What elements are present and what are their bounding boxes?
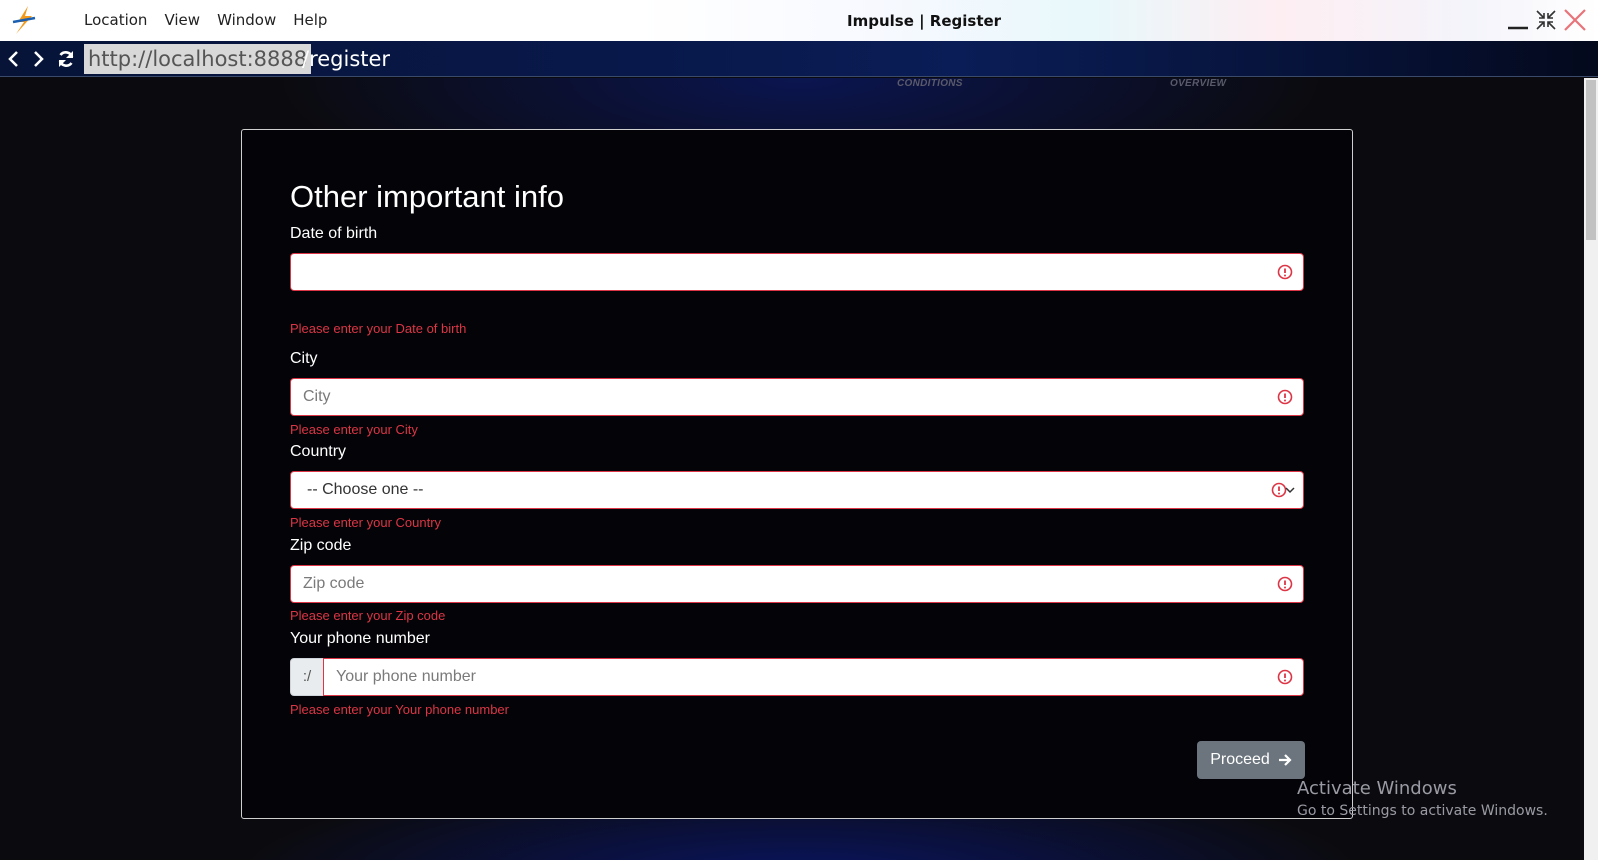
step-overview: OVERVIEW [1170,78,1227,89]
menu-window[interactable]: Window [217,11,276,29]
window-title: Impulse | Register [847,12,1002,30]
zip-error: Please enter your Zip code [290,608,446,623]
address-bar: http://localhost:8888 /register [0,41,1598,77]
proceed-button[interactable]: Proceed [1197,741,1305,779]
country-label: Country [290,443,347,460]
url-host[interactable]: http://localhost:8888 [84,44,312,74]
back-icon[interactable] [4,49,24,69]
error-icon [1277,264,1293,280]
phone-prefix: :/ [290,658,324,696]
menu-view[interactable]: View [164,11,200,29]
watermark-subtitle: Go to Settings to activate Windows. [1297,803,1548,819]
page-content: CONDITIONS OVERVIEW Other important info… [0,78,1584,860]
impulse-logo-icon [12,6,36,34]
proceed-label: Proceed [1210,751,1270,768]
activate-windows-watermark: Activate Windows Go to Settings to activ… [1297,778,1548,819]
minimize-icon[interactable] [1506,8,1530,32]
error-icon [1277,669,1293,685]
scrollbar-thumb[interactable] [1586,80,1596,240]
close-icon[interactable] [1563,8,1587,32]
menu-bar: Location View Window Help [84,11,344,29]
title-bar: Location View Window Help Impulse | Regi… [0,0,1598,41]
arrow-right-icon [1278,754,1292,766]
city-label: City [290,350,318,367]
zip-label: Zip code [290,537,352,554]
error-icon [1277,576,1293,592]
error-icon [1277,389,1293,405]
url-path[interactable]: /register [302,44,390,74]
phone-label: Your phone number [290,630,430,647]
phone-input[interactable]: Your phone number [323,658,1304,696]
menu-help[interactable]: Help [293,11,327,29]
vertical-scrollbar[interactable] [1584,78,1598,860]
watermark-title: Activate Windows [1297,778,1457,799]
dob-error: Please enter your Date of birth [290,321,467,336]
register-form-card: Other important info Date of birth Pleas… [241,129,1353,819]
dob-input[interactable] [290,253,1304,291]
step-conditions: CONDITIONS [897,78,963,89]
form-title: Other important info [290,179,564,214]
city-input[interactable]: City [290,378,1304,416]
forward-icon[interactable] [28,49,48,69]
zip-placeholder: Zip code [303,575,365,592]
city-error: Please enter your City [290,422,418,437]
chevron-down-icon [1285,487,1295,494]
phone-error: Please enter your Your phone number [290,702,509,717]
zip-input[interactable]: Zip code [290,565,1304,603]
collapse-icon[interactable] [1534,8,1558,32]
country-error: Please enter your Country [290,515,442,530]
country-select[interactable]: -- Choose one -- [290,471,1304,509]
menu-location[interactable]: Location [84,11,147,29]
dob-label: Date of birth [290,225,378,242]
country-selected: -- Choose one -- [307,481,424,498]
city-placeholder: City [303,388,331,405]
reload-icon[interactable] [56,49,76,69]
phone-placeholder: Your phone number [336,668,476,685]
